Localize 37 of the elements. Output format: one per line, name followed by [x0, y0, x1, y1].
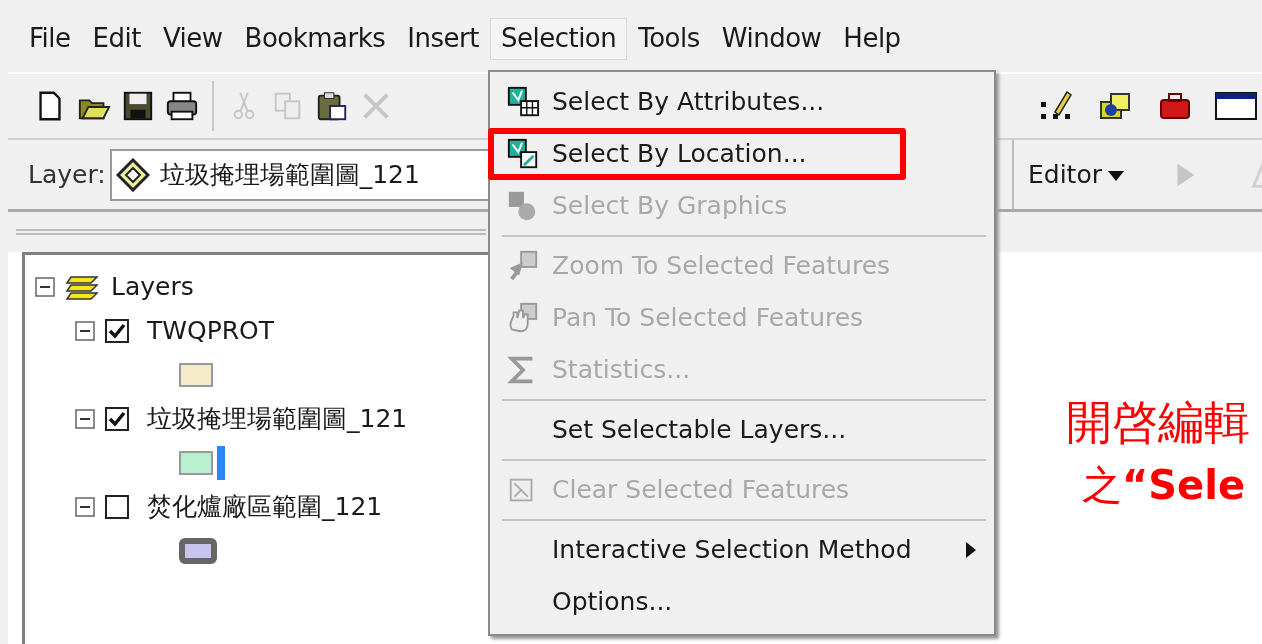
submenu-arrow-icon [966, 542, 976, 558]
menu-item[interactable]: Edit [81, 18, 152, 60]
table-selection-icon [506, 85, 540, 119]
layer-checkbox[interactable] [105, 407, 129, 431]
layer-name[interactable]: 焚化爐廠區範圍_121 [147, 488, 383, 526]
menu-item[interactable]: Set Selectable Layers... [494, 404, 994, 456]
layer-checkbox[interactable] [105, 495, 129, 519]
menu-item[interactable]: Select By Attributes... [494, 76, 994, 128]
collapse-toggle[interactable] [35, 277, 55, 297]
save-icon[interactable] [121, 89, 155, 123]
caret-icon [1108, 170, 1124, 181]
menu-item[interactable]: Window [710, 18, 833, 60]
annotation-text: 之“Sele [1082, 462, 1246, 508]
collapse-toggle[interactable] [75, 497, 95, 517]
printer-icon[interactable] [165, 89, 199, 123]
menu-item[interactable]: Bookmarks [233, 18, 397, 60]
menu-item[interactable]: Selection [489, 18, 628, 60]
menu-item[interactable]: File [18, 18, 82, 60]
menu-item[interactable]: Interactive Selection Method [494, 524, 994, 576]
editor-menu-button[interactable]: Editor [1028, 155, 1124, 194]
collapse-toggle[interactable] [75, 409, 95, 429]
menu-item[interactable]: Help [832, 18, 912, 60]
layer-checkbox[interactable] [105, 319, 129, 343]
layer-name[interactable]: TWQPROT [147, 312, 275, 350]
layer-group-label[interactable]: Layers [111, 268, 194, 306]
selection-bar [217, 446, 225, 480]
layer-name[interactable]: 垃圾掩埋場範圍圖_121 [147, 400, 408, 438]
clipboard-icon[interactable] [315, 89, 349, 123]
menu-item[interactable]: Tools [627, 18, 711, 60]
layer-label: Layer: [28, 158, 106, 191]
collapse-toggle[interactable] [75, 321, 95, 341]
diamond-icon [115, 157, 150, 192]
menu-item[interactable]: Options... [494, 576, 994, 628]
location-selection-icon [506, 137, 540, 171]
annotation-text: 開啓編輯 [1066, 396, 1250, 449]
menu-item[interactable]: View [151, 18, 234, 60]
menu-item[interactable]: Insert [396, 18, 490, 60]
